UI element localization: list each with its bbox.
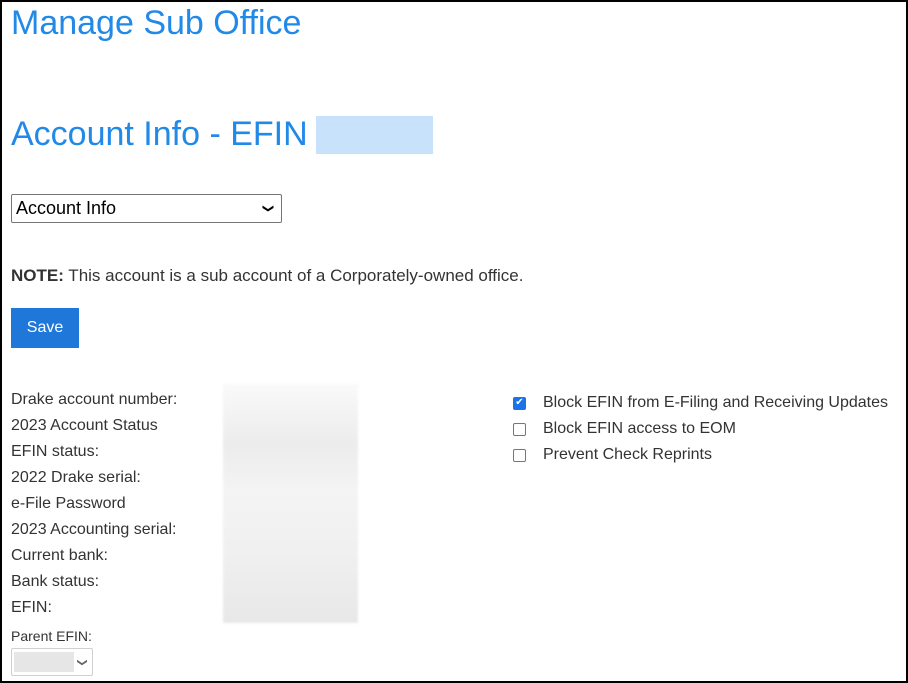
parent-efin-value-redacted [14, 652, 74, 672]
option-label: Block EFIN from E-Filing and Receiving U… [543, 394, 889, 411]
parent-efin-label: Parent EFIN: [11, 628, 92, 644]
checkbox-prevent-check-reprints[interactable] [513, 448, 526, 462]
section-select[interactable]: Account Info ❯ [11, 194, 282, 223]
note-label: NOTE: [11, 266, 64, 285]
field-label-efin-status: EFIN status: [11, 443, 100, 460]
save-button[interactable]: Save [11, 308, 79, 348]
field-label-account-status: 2023 Account Status [11, 417, 158, 434]
account-info-heading: Account Info - EFIN [11, 115, 433, 154]
option-prevent-check-reprints[interactable]: Prevent Check Reprints [513, 442, 888, 468]
field-label-drake-serial: 2022 Drake serial: [11, 469, 141, 486]
note-text: NOTE: This account is a sub account of a… [11, 266, 523, 286]
efin-value-redacted [315, 115, 433, 154]
chevron-down-icon: ❯ [76, 657, 88, 667]
chevron-down-icon: ❯ [261, 203, 274, 214]
option-block-efiling[interactable]: ✔ Block EFIN from E-Filing and Receiving… [513, 390, 888, 416]
account-fields: Drake account number: 2023 Account Statu… [11, 390, 177, 624]
field-label-current-bank: Current bank: [11, 547, 108, 564]
option-block-eom[interactable]: Block EFIN access to EOM [513, 416, 888, 442]
field-label-efin: EFIN: [11, 599, 52, 616]
note-body: This account is a sub account of a Corpo… [63, 266, 524, 285]
field-label-accounting-serial: 2023 Accounting serial: [11, 521, 177, 538]
checkbox-block-eom[interactable] [513, 422, 526, 436]
field-label-bank-status: Bank status: [11, 573, 100, 590]
checkbox-block-efiling[interactable]: ✔ [513, 396, 526, 410]
section-select-value: Account Info [16, 198, 117, 218]
page-title: Manage Sub Office [11, 4, 302, 42]
account-info-heading-text: Account Info - EFIN [11, 115, 308, 153]
parent-efin-select[interactable]: ❯ [11, 648, 93, 676]
option-label: Prevent Check Reprints [543, 446, 712, 463]
account-options: ✔ Block EFIN from E-Filing and Receiving… [513, 390, 888, 468]
field-values-redacted [223, 384, 358, 623]
field-label-efile-password: e-File Password [11, 495, 126, 512]
option-label: Block EFIN access to EOM [543, 420, 736, 437]
field-label-drake-account-number: Drake account number: [11, 391, 178, 408]
